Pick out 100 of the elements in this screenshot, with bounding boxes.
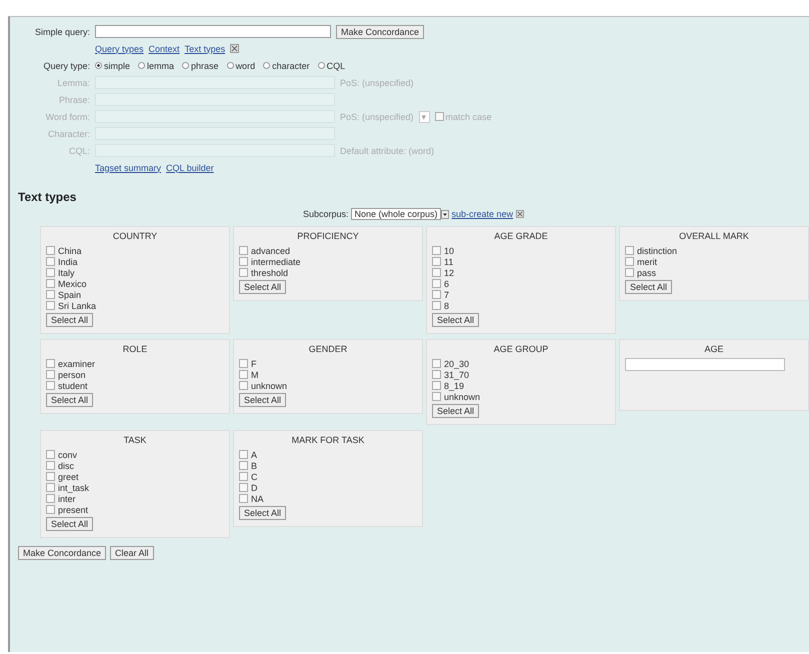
checkbox-label: distinction bbox=[637, 246, 678, 256]
select-all-button[interactable]: Select All bbox=[432, 313, 480, 327]
select-all-button[interactable]: Select All bbox=[239, 393, 286, 407]
checkbox[interactable] bbox=[239, 381, 248, 390]
close-icon[interactable] bbox=[516, 210, 524, 218]
checkbox[interactable] bbox=[46, 450, 55, 459]
subcorpus-select[interactable]: None (whole corpus) bbox=[351, 208, 441, 220]
checkbox[interactable] bbox=[239, 450, 248, 459]
checkbox-label: intermediate bbox=[251, 256, 301, 266]
checkbox[interactable] bbox=[46, 268, 55, 277]
checkbox-label: A bbox=[251, 450, 258, 460]
checkbox[interactable] bbox=[434, 112, 444, 121]
checkbox[interactable] bbox=[46, 483, 55, 492]
checkbox[interactable] bbox=[46, 279, 55, 288]
checkbox-label: C bbox=[251, 472, 258, 482]
checkbox-label: threshold bbox=[251, 268, 288, 278]
checkbox-label: greet bbox=[58, 472, 79, 482]
query-type-option[interactable]: CQL bbox=[318, 60, 346, 70]
tool-link[interactable]: CQL builder bbox=[166, 162, 214, 172]
field-label: Phrase: bbox=[58, 94, 90, 104]
checkbox[interactable] bbox=[239, 257, 248, 266]
checkbox-label: person bbox=[58, 370, 86, 380]
make-concordance-button[interactable]: Make Concordance bbox=[336, 24, 424, 38]
checkbox-label: inter bbox=[58, 494, 76, 504]
field-label: Character: bbox=[46, 128, 90, 138]
tool-link[interactable]: Tagset summary bbox=[95, 162, 162, 172]
box-title: PROFICIENCY bbox=[296, 231, 360, 241]
checkbox[interactable] bbox=[46, 461, 55, 470]
checkbox-label: match case bbox=[446, 112, 492, 122]
checkbox[interactable] bbox=[239, 483, 248, 492]
checkbox-label: conv bbox=[58, 450, 78, 460]
age-input[interactable] bbox=[625, 358, 785, 371]
nav-link[interactable]: Query types bbox=[95, 44, 144, 54]
action-button[interactable]: Make Concordance bbox=[18, 546, 106, 560]
checkbox[interactable] bbox=[432, 392, 441, 401]
checkbox[interactable] bbox=[46, 301, 55, 310]
checkbox[interactable] bbox=[46, 494, 55, 503]
checkbox-label: student bbox=[58, 380, 88, 390]
field-label: Lemma: bbox=[56, 78, 90, 88]
close-icon[interactable] bbox=[230, 44, 240, 53]
checkbox[interactable] bbox=[46, 505, 55, 514]
checkbox-label: Mexico bbox=[58, 278, 87, 288]
dropdown-caret-icon[interactable] bbox=[440, 210, 449, 218]
select-all-button[interactable]: Select All bbox=[625, 280, 672, 294]
field-label: Word form: bbox=[44, 112, 90, 122]
nav-link[interactable]: Context bbox=[148, 44, 180, 54]
field-label: Query type: bbox=[42, 60, 90, 70]
checkbox[interactable] bbox=[46, 381, 55, 390]
checkbox[interactable] bbox=[432, 370, 441, 379]
checkbox[interactable] bbox=[239, 359, 248, 368]
checkbox[interactable] bbox=[239, 370, 248, 379]
subcorpus-label: Subcorpus: bbox=[302, 209, 348, 219]
box-title: AGE GRADE bbox=[493, 231, 549, 241]
checkbox-label: India bbox=[58, 256, 78, 266]
checkbox-label: 31_70 bbox=[444, 370, 470, 380]
checkbox[interactable] bbox=[46, 370, 55, 379]
checkbox[interactable] bbox=[46, 257, 55, 266]
checkbox-label: 12 bbox=[444, 268, 454, 278]
checkbox[interactable] bbox=[432, 257, 441, 266]
select-all-button[interactable]: Select All bbox=[46, 393, 94, 407]
section-title: Text types bbox=[18, 190, 78, 204]
checkbox[interactable] bbox=[432, 301, 441, 310]
checkbox[interactable] bbox=[432, 268, 441, 277]
checkbox[interactable] bbox=[239, 461, 248, 470]
checkbox[interactable] bbox=[432, 381, 441, 390]
box-title: AGE GROUP bbox=[492, 344, 550, 354]
checkbox[interactable] bbox=[46, 472, 55, 481]
checkbox[interactable] bbox=[46, 290, 55, 299]
select-all-button[interactable]: Select All bbox=[46, 517, 94, 531]
query-input[interactable] bbox=[95, 25, 331, 38]
action-button[interactable]: Clear All bbox=[110, 546, 154, 560]
checkbox-label: disc bbox=[58, 460, 74, 470]
checkbox[interactable] bbox=[432, 290, 441, 299]
field-label: Simple query: bbox=[34, 26, 90, 36]
query-type-option[interactable]: word bbox=[226, 60, 256, 70]
query-type-option[interactable]: character bbox=[263, 60, 310, 70]
select-all-button[interactable]: Select All bbox=[432, 404, 480, 418]
checkbox-label: M bbox=[251, 370, 258, 380]
checkbox[interactable] bbox=[239, 268, 248, 277]
nav-link[interactable]: Text types bbox=[184, 44, 226, 54]
checkbox[interactable] bbox=[432, 279, 441, 288]
select-all-button[interactable]: Select All bbox=[46, 313, 94, 327]
checkbox[interactable] bbox=[625, 246, 634, 255]
checkbox[interactable] bbox=[46, 359, 55, 368]
checkbox[interactable] bbox=[432, 246, 441, 255]
checkbox[interactable] bbox=[625, 257, 634, 266]
checkbox[interactable] bbox=[239, 494, 248, 503]
checkbox[interactable] bbox=[432, 359, 441, 368]
checkbox[interactable] bbox=[46, 246, 55, 255]
checkbox[interactable] bbox=[239, 472, 248, 481]
select-all-button[interactable]: Select All bbox=[239, 506, 286, 520]
field-hint: PoS: (unspecified) bbox=[340, 78, 414, 88]
create-subcorpus-link[interactable]: sub-create new bbox=[452, 209, 514, 219]
query-type-option[interactable]: phrase bbox=[182, 60, 219, 70]
checkbox[interactable] bbox=[239, 246, 248, 255]
query-type-option[interactable]: simple bbox=[95, 60, 130, 70]
select-all-button[interactable]: Select All bbox=[239, 280, 286, 294]
query-type-option[interactable]: lemma bbox=[138, 60, 174, 70]
checkbox-label: present bbox=[58, 504, 88, 514]
checkbox[interactable] bbox=[625, 268, 634, 277]
